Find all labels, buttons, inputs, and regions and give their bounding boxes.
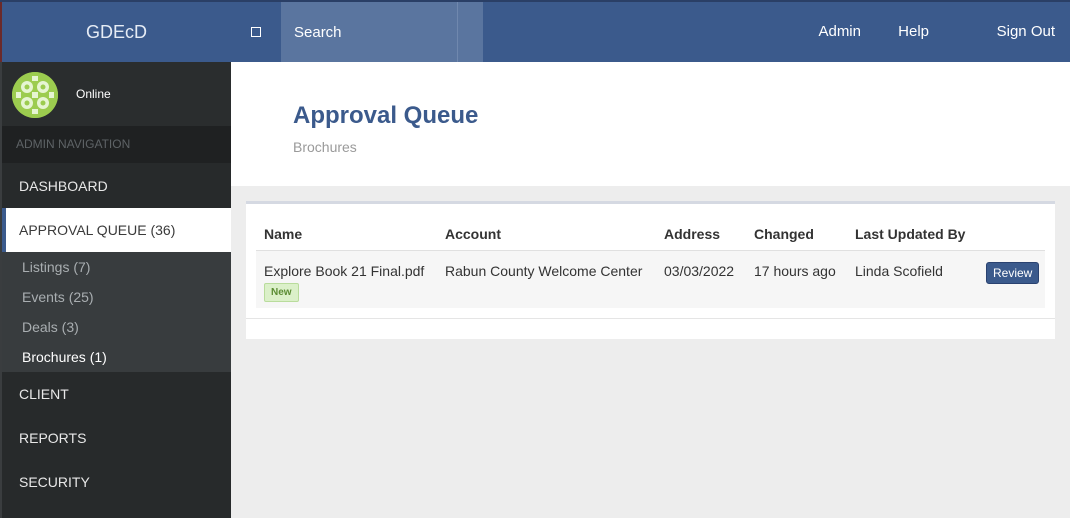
nav-section-heading: ADMIN NAVIGATION	[2, 126, 231, 163]
avatar	[12, 72, 58, 118]
table-row: Explore Book 21 Final.pdf New Rabun Coun…	[256, 250, 1045, 308]
cell-changed: 17 hours ago	[754, 263, 836, 279]
sidebar-toggle-button[interactable]	[231, 2, 281, 62]
avatar-pattern-icon	[12, 72, 58, 118]
approval-queue-submenu: Listings (7) Events (25) Deals (3) Broch…	[2, 252, 231, 372]
toggle-square-icon	[251, 27, 261, 37]
top-bar: GDEcD Admin Help Sign Out	[0, 0, 1070, 62]
search-divider	[457, 2, 458, 62]
table-divider	[246, 318, 1055, 319]
sidebar-subitem-events[interactable]: Events (25)	[22, 282, 94, 312]
sign-out-link[interactable]: Sign Out	[997, 2, 1055, 62]
brand-logo[interactable]: GDEcD	[0, 2, 231, 62]
search-box	[281, 2, 483, 62]
sidebar-subitem-brochures[interactable]: Brochures (1)	[22, 342, 107, 372]
app-root: GDEcD Admin Help Sign Out	[0, 0, 1070, 518]
review-button[interactable]: Review	[986, 262, 1040, 284]
sidebar-item-reports[interactable]: REPORTS	[2, 416, 231, 460]
admin-link[interactable]: Admin	[818, 2, 861, 62]
column-header-account[interactable]: Account	[445, 226, 501, 242]
cell-updated-by: Linda Scofield	[855, 263, 943, 279]
user-status: Online	[76, 87, 111, 101]
sidebar-item-client[interactable]: CLIENT	[2, 372, 231, 416]
approval-table-card: Name Account Address Changed Last Update…	[246, 201, 1055, 339]
user-panel: Online	[2, 62, 231, 126]
cell-name: Explore Book 21 Final.pdf	[264, 263, 425, 279]
help-link[interactable]: Help	[898, 2, 929, 62]
sidebar-item-dashboard[interactable]: DASHBOARD	[2, 164, 231, 208]
page-header: Approval Queue Brochures	[231, 62, 1070, 186]
brand-name: GDEcD	[85, 21, 147, 42]
sidebar: Online ADMIN NAVIGATION DASHBOARD APPROV…	[0, 62, 231, 518]
sidebar-subitem-listings[interactable]: Listings (7)	[22, 252, 90, 282]
sidebar-subitem-deals[interactable]: Deals (3)	[22, 312, 79, 342]
search-input[interactable]	[281, 2, 458, 62]
column-header-changed[interactable]: Changed	[754, 226, 814, 242]
column-header-last-updated-by[interactable]: Last Updated By	[855, 226, 965, 242]
cell-account: Rabun County Welcome Center	[445, 263, 643, 279]
sidebar-item-approval-queue[interactable]: APPROVAL QUEUE (36)	[2, 208, 231, 252]
main-content: Approval Queue Brochures Name Account Ad…	[231, 62, 1070, 518]
sidebar-item-security[interactable]: SECURITY	[2, 460, 231, 504]
page-title: Approval Queue	[293, 102, 479, 129]
column-header-address[interactable]: Address	[664, 226, 720, 242]
status-badge: New	[264, 283, 299, 302]
column-header-name[interactable]: Name	[264, 226, 302, 242]
page-subtitle: Brochures	[293, 139, 357, 155]
cell-address: 03/03/2022	[664, 263, 735, 279]
